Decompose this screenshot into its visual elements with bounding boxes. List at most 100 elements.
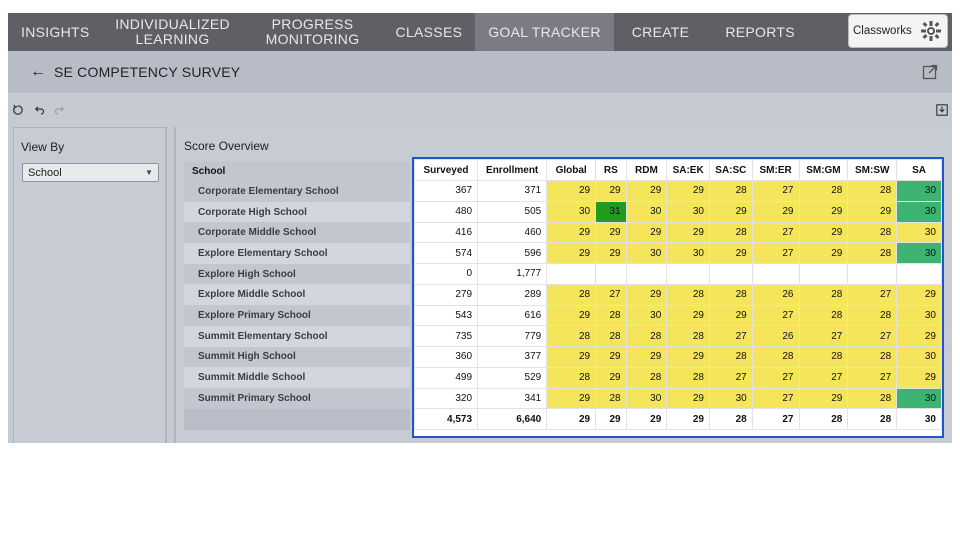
- score-cell: 480: [413, 200, 479, 223]
- nav-reports[interactable]: REPORTS: [707, 13, 813, 51]
- table-row: 735 779 28 28 28 28 27 26 27 27 29: [413, 325, 942, 347]
- score-cell: 29: [708, 242, 753, 264]
- score-cell: 30: [666, 242, 710, 264]
- score-cell: 27: [708, 325, 753, 347]
- score-cell: 29: [595, 366, 627, 389]
- reset-icon[interactable]: [12, 104, 24, 116]
- score-cell: [666, 263, 710, 285]
- column-header[interactable]: SA:EK: [666, 159, 710, 181]
- school-row-label: Explore Primary School: [184, 305, 410, 326]
- score-cell: 27: [847, 366, 898, 389]
- column-header[interactable]: SM:GM: [798, 159, 849, 181]
- score-cell: 543: [413, 304, 479, 327]
- score-cell: 30: [896, 346, 942, 368]
- page-title: SE COMPETENCY SURVEY: [54, 64, 241, 80]
- download-icon[interactable]: [936, 104, 948, 116]
- nav-progress-monitoring[interactable]: PROGRESS MONITORING: [243, 13, 383, 51]
- score-cell: 279: [413, 283, 479, 306]
- column-header[interactable]: Surveyed: [413, 159, 479, 181]
- score-cell: 529: [477, 366, 548, 389]
- score-cell: 367: [413, 180, 479, 202]
- score-cell: [751, 263, 800, 285]
- score-cell: 30: [896, 221, 942, 244]
- score-cell: 29: [546, 180, 597, 202]
- undo-icon[interactable]: [33, 104, 45, 116]
- score-cell: 30: [625, 387, 668, 410]
- table-row: 0 1,777: [413, 263, 942, 285]
- totals-row: 4,573 6,640 29 29 29 29 28 27 28 28 30: [413, 408, 942, 430]
- score-cell: 27: [751, 304, 800, 327]
- score-cell: 28: [546, 366, 597, 389]
- nav-goal-tracker[interactable]: GOAL TRACKER: [475, 13, 614, 51]
- score-cell: 29: [595, 346, 627, 368]
- brand-button[interactable]: Classworks: [848, 14, 948, 48]
- nav-insights[interactable]: INSIGHTS: [8, 13, 103, 51]
- table-row: 543 616 29 28 30 29 29 27 28 28 30: [413, 304, 942, 327]
- nav-individualized-learning[interactable]: INDIVIDUALIZED LEARNING: [103, 13, 243, 51]
- score-cell: [798, 263, 849, 285]
- total-cell: 29: [546, 408, 597, 430]
- score-cell: 27: [595, 283, 627, 306]
- score-cell: 28: [708, 346, 753, 368]
- score-cell: 735: [413, 325, 479, 347]
- score-cell: 29: [546, 221, 597, 244]
- score-cell: 29: [595, 221, 627, 244]
- score-cell: 30: [625, 242, 668, 264]
- score-cell: 30: [546, 200, 597, 223]
- column-header[interactable]: RS: [595, 159, 627, 181]
- school-column-header[interactable]: School: [184, 162, 410, 181]
- column-header[interactable]: SA: [896, 159, 942, 181]
- dropdown-caret-icon: ▼: [145, 168, 153, 177]
- score-cell: 29: [595, 242, 627, 264]
- score-cell: 29: [625, 221, 668, 244]
- column-header[interactable]: SM:ER: [751, 159, 800, 181]
- score-cell: [896, 263, 942, 285]
- nav-create[interactable]: CREATE: [614, 13, 708, 51]
- score-table: Surveyed Enrollment Global RS RDM SA:EK SA:SC S…: [413, 159, 942, 430]
- top-nav: INSIGHTS INDIVIDUALIZED LEARNING PROGRES…: [8, 13, 952, 51]
- score-cell: 1,777: [477, 263, 548, 285]
- arrow-left-icon[interactable]: ←: [30, 63, 46, 81]
- open-external-icon[interactable]: [922, 64, 938, 80]
- score-cell: 30: [625, 200, 668, 223]
- score-cell: 28: [751, 346, 800, 368]
- school-row-label: Corporate Middle School: [184, 222, 410, 244]
- score-cell: 460: [477, 221, 548, 244]
- score-grid: Surveyed Enrollment Global RS RDM SA:EK SA:SC S…: [412, 157, 944, 438]
- column-header[interactable]: Enrollment: [477, 159, 548, 181]
- score-header-row: Surveyed Enrollment Global RS RDM SA:EK SA:SC S…: [413, 159, 942, 181]
- total-cell: 28: [798, 408, 849, 430]
- classworks-logo-icon: [921, 21, 941, 41]
- school-row-label: Summit Middle School: [184, 367, 410, 388]
- score-cell: 29: [798, 221, 849, 244]
- score-cell: 28: [708, 283, 753, 306]
- score-cell: 28: [847, 346, 898, 368]
- total-cell: 4,573: [413, 408, 479, 430]
- page-header: ← SE COMPETENCY SURVEY: [8, 51, 952, 93]
- score-cell: 29: [625, 346, 668, 368]
- score-cell: 377: [477, 346, 548, 368]
- column-header[interactable]: Global: [546, 159, 597, 181]
- table-row: 574 596 29 29 30 30 29 27 29 28 30: [413, 242, 942, 264]
- view-by-select[interactable]: School ▼: [22, 163, 159, 182]
- score-cell: 29: [666, 387, 710, 410]
- redo-icon[interactable]: [54, 104, 66, 116]
- total-cell: 28: [708, 408, 753, 430]
- score-cell: 28: [847, 387, 898, 410]
- score-cell: 574: [413, 242, 479, 264]
- score-cell: 27: [798, 366, 849, 389]
- score-cell: 26: [751, 325, 800, 347]
- score-cell: 29: [625, 180, 668, 202]
- score-cell: 29: [798, 387, 849, 410]
- column-header[interactable]: SA:SC: [708, 159, 753, 181]
- school-column: School Corporate Elementary School Corpor…: [184, 162, 410, 430]
- view-by-panel: View By School ▼: [13, 127, 167, 443]
- school-row-label: Explore Elementary School: [184, 243, 410, 264]
- score-cell: 29: [546, 387, 597, 410]
- nav-classes[interactable]: CLASSES: [383, 13, 476, 51]
- score-cell: 499: [413, 366, 479, 389]
- column-header[interactable]: RDM: [625, 159, 668, 181]
- view-by-label: View By: [21, 140, 65, 154]
- column-header[interactable]: SM:SW: [847, 159, 898, 181]
